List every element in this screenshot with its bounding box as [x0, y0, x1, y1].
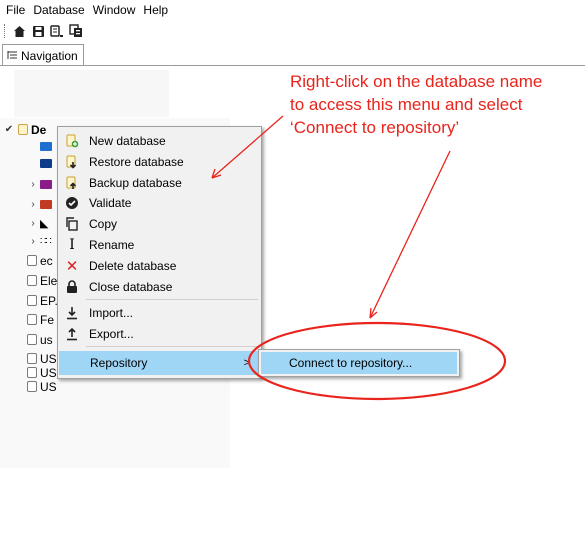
annotation-arrow [369, 150, 451, 319]
annotation-ellipse [247, 321, 507, 401]
annotation-arrow [211, 115, 284, 179]
annotation-overlay [211, 115, 507, 401]
